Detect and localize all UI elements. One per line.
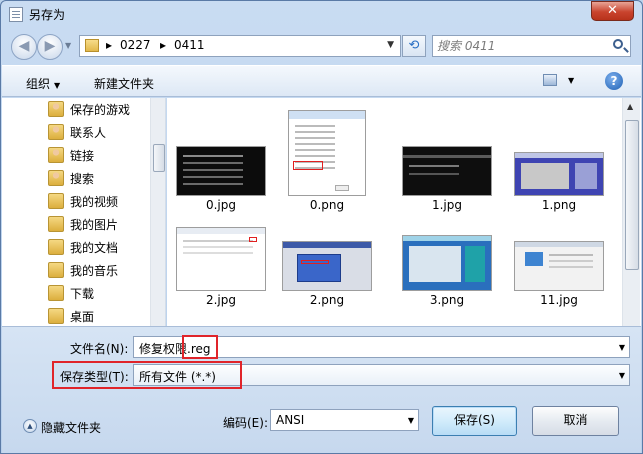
contacts-icon <box>48 124 64 140</box>
sidebar-item-label: 我的图片 <box>70 218 119 232</box>
file-item[interactable]: 11.jpg <box>509 205 609 315</box>
file-item[interactable]: 3.png <box>397 205 497 315</box>
filename-label: 文件名(N): <box>70 342 129 356</box>
chevron-down-icon[interactable]: ▼ <box>408 416 414 425</box>
videos-icon <box>48 193 64 209</box>
file-list-scrollbar[interactable]: ▲ <box>622 98 640 326</box>
chevron-up-icon: ▲ <box>23 419 37 433</box>
file-item[interactable]: 1.jpg <box>397 110 497 220</box>
sidebar-item-links[interactable]: 链接 <box>48 144 153 166</box>
highlight-box <box>182 335 218 359</box>
file-thumbnail <box>176 146 266 196</box>
file-thumbnail <box>402 146 492 196</box>
file-item[interactable]: 0.png <box>277 110 377 220</box>
command-bar: 组织 ▼ 新建文件夹 ▼ ? <box>2 65 641 97</box>
sidebar-item-saved-games[interactable]: 保存的游戏 <box>48 98 153 120</box>
sidebar-item-videos[interactable]: 我的视频 <box>48 190 153 212</box>
pictures-icon <box>48 216 64 232</box>
desktop-icon <box>48 308 64 324</box>
file-thumbnail <box>176 227 266 291</box>
scrollbar-thumb[interactable] <box>153 144 165 172</box>
search-icon[interactable] <box>613 39 623 49</box>
recent-pages-dropdown[interactable]: ▼ <box>65 41 71 50</box>
sidebar-item-desktop[interactable]: 桌面 <box>48 305 153 326</box>
sidebar-item-label: 搜索 <box>70 172 95 186</box>
links-icon <box>48 147 64 163</box>
sidebar-item-documents[interactable]: 我的文档 <box>48 236 153 258</box>
save-button[interactable]: 保存(S) <box>432 406 517 436</box>
refresh-button[interactable]: ⟲ <box>402 35 426 57</box>
searches-icon <box>48 170 64 186</box>
back-button[interactable]: ◀ <box>11 34 37 60</box>
documents-icon <box>48 239 64 255</box>
chevron-up-icon[interactable]: ▲ <box>627 102 633 111</box>
sidebar-item-pictures[interactable]: 我的图片 <box>48 213 153 235</box>
notepad-icon <box>9 7 23 22</box>
file-thumbnail <box>288 110 366 196</box>
address-bar[interactable]: ▸ 0227 ▸ 0411 ▼ <box>79 35 401 57</box>
cancel-button[interactable]: 取消 <box>532 406 619 436</box>
breadcrumb-separator[interactable]: ▸ <box>106 38 112 52</box>
organize-button[interactable]: 组织 ▼ <box>26 75 60 92</box>
sidebar-item-label: 我的文档 <box>70 241 119 255</box>
file-item[interactable]: 0.jpg <box>171 110 271 220</box>
sidebar-item-label: 链接 <box>70 149 95 163</box>
sidebar-item-label: 我的音乐 <box>70 264 119 278</box>
title-bar: 另存为 ✕ <box>1 1 642 27</box>
file-thumbnail <box>282 241 372 291</box>
chevron-down-icon[interactable]: ▼ <box>568 76 574 85</box>
chevron-down-icon: ▼ <box>54 81 61 90</box>
file-thumbnail <box>514 241 604 291</box>
save-form: 文件名(N): 修复权限.reg ▼ 保存类型(T): 所有文件 (*.*) ▼… <box>2 326 641 453</box>
chevron-down-icon[interactable]: ▼ <box>619 343 625 352</box>
help-button[interactable]: ? <box>605 72 623 90</box>
search-box[interactable] <box>432 35 631 57</box>
highlight-box <box>52 361 242 389</box>
sidebar-item-contacts[interactable]: 联系人 <box>48 121 153 143</box>
downloads-icon <box>48 285 64 301</box>
file-thumbnail <box>514 152 604 196</box>
chevron-down-icon[interactable]: ▼ <box>619 371 625 380</box>
breadcrumb-separator[interactable]: ▸ <box>160 38 166 52</box>
sidebar-item-label: 联系人 <box>70 126 107 140</box>
navigation-pane-scrollbar[interactable] <box>150 98 165 326</box>
file-name: 3.png <box>429 293 465 307</box>
search-input[interactable] <box>437 38 605 54</box>
file-item[interactable]: 2.png <box>277 205 377 315</box>
window-title: 另存为 <box>29 8 66 22</box>
sidebar-item-downloads[interactable]: 下载 <box>48 282 153 304</box>
sidebar-item-label: 桌面 <box>70 310 95 324</box>
file-list: 0.jpg 0.png 1.jpg 1.png 2.jpg 2.png 3.pn… <box>167 98 641 326</box>
saved-games-icon <box>48 101 64 117</box>
file-name: 2.jpg <box>205 293 237 307</box>
chevron-down-icon[interactable]: ▼ <box>387 40 394 50</box>
sidebar-item-label: 我的视频 <box>70 195 119 209</box>
encoding-select[interactable]: ANSI ▼ <box>270 409 419 431</box>
folder-icon <box>85 39 99 52</box>
file-item[interactable]: 2.jpg <box>171 205 271 315</box>
sidebar-item-searches[interactable]: 搜索 <box>48 167 153 189</box>
scrollbar-thumb[interactable] <box>625 120 639 270</box>
sidebar-item-music[interactable]: 我的音乐 <box>48 259 153 281</box>
organize-label: 组织 <box>26 77 51 91</box>
sidebar-item-label: 保存的游戏 <box>70 103 131 117</box>
breadcrumb-0411[interactable]: 0411 <box>174 38 205 52</box>
encoding-value: ANSI <box>276 413 305 427</box>
encoding-label: 编码(E): <box>223 416 268 430</box>
hide-folders-label: 隐藏文件夹 <box>41 421 102 435</box>
navigation-pane: 保存的游戏 联系人 链接 搜索 我的视频 我的图片 我的文档 我的音乐 下载 桌… <box>2 98 166 326</box>
sidebar-item-label: 下载 <box>70 287 95 301</box>
navigation-bar: ◀ ▶ ▼ ▸ 0227 ▸ 0411 ▼ ⟲ <box>1 27 642 63</box>
file-thumbnail <box>402 235 492 291</box>
file-name: 2.png <box>309 293 345 307</box>
file-name: 11.jpg <box>540 293 578 307</box>
new-folder-button[interactable]: 新建文件夹 <box>94 75 154 92</box>
music-icon <box>48 262 64 278</box>
change-view-icon[interactable] <box>543 74 557 86</box>
file-item[interactable]: 1.png <box>509 110 609 220</box>
close-button[interactable]: ✕ <box>591 1 634 21</box>
forward-button[interactable]: ▶ <box>37 34 63 60</box>
breadcrumb-0227[interactable]: 0227 <box>120 38 151 52</box>
save-as-dialog: 另存为 ✕ ◀ ▶ ▼ ▸ 0227 ▸ 0411 ▼ ⟲ 组织▼ 新建文件夹 … <box>0 0 643 454</box>
